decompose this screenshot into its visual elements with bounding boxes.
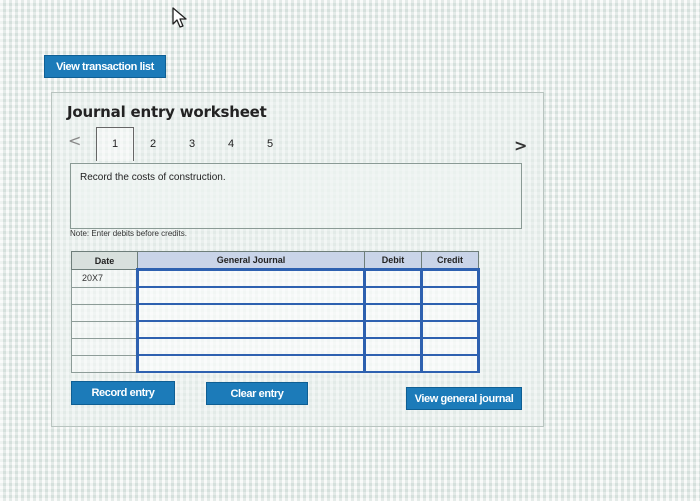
worksheet-title: Journal entry worksheet bbox=[67, 103, 267, 121]
table-row bbox=[71, 337, 480, 356]
debit-input[interactable] bbox=[363, 286, 422, 305]
clear-entry-button[interactable]: Clear entry bbox=[206, 382, 308, 405]
debit-input[interactable] bbox=[363, 337, 422, 356]
table-row bbox=[71, 303, 480, 322]
tab-2[interactable]: 2 bbox=[145, 138, 161, 150]
mouse-pointer-icon bbox=[172, 7, 187, 28]
date-cell bbox=[71, 286, 138, 305]
debit-input[interactable] bbox=[363, 269, 422, 288]
credit-input[interactable] bbox=[420, 320, 480, 339]
table-row bbox=[71, 320, 480, 339]
credit-input[interactable] bbox=[420, 303, 480, 322]
credit-input[interactable] bbox=[420, 354, 480, 373]
instruction-text: Record the costs of construction. bbox=[80, 172, 226, 183]
column-header-date: Date bbox=[71, 251, 138, 270]
tab-5[interactable]: 5 bbox=[262, 138, 278, 150]
debit-input[interactable] bbox=[363, 354, 422, 373]
column-header-general-journal: General Journal bbox=[137, 251, 365, 271]
record-entry-button[interactable]: Record entry bbox=[71, 381, 175, 405]
column-header-debit: Debit bbox=[364, 251, 422, 271]
account-input[interactable] bbox=[136, 337, 365, 356]
table-row bbox=[71, 354, 480, 373]
tab-3[interactable]: 3 bbox=[184, 138, 200, 150]
account-input[interactable] bbox=[136, 303, 365, 322]
account-input[interactable] bbox=[136, 354, 365, 373]
date-cell bbox=[71, 320, 138, 339]
date-cell bbox=[71, 354, 138, 373]
view-general-journal-button[interactable]: View general journal bbox=[406, 387, 522, 410]
chevron-right-icon[interactable]: > bbox=[514, 136, 527, 155]
view-transaction-list-button[interactable]: View transaction list bbox=[44, 55, 166, 78]
column-header-credit: Credit bbox=[421, 251, 479, 271]
account-input[interactable] bbox=[136, 320, 365, 339]
debit-input[interactable] bbox=[363, 303, 422, 322]
tab-1[interactable]: 1 bbox=[107, 138, 123, 150]
debit-input[interactable] bbox=[363, 320, 422, 339]
account-input[interactable] bbox=[136, 269, 365, 288]
credit-input[interactable] bbox=[420, 286, 480, 305]
credit-input[interactable] bbox=[420, 337, 480, 356]
table-row bbox=[71, 286, 480, 305]
chevron-left-icon[interactable]: < bbox=[68, 131, 81, 150]
credit-input[interactable] bbox=[420, 269, 480, 288]
table-row: 20X7 bbox=[71, 269, 480, 288]
date-cell: 20X7 bbox=[71, 269, 138, 288]
date-cell bbox=[71, 337, 138, 356]
date-cell bbox=[71, 303, 138, 322]
note-text: Note: Enter debits before credits. bbox=[70, 229, 187, 238]
journal-table: Date General Journal Debit Credit 20X7 bbox=[71, 251, 480, 373]
tab-4[interactable]: 4 bbox=[223, 138, 239, 150]
account-input[interactable] bbox=[136, 286, 365, 305]
